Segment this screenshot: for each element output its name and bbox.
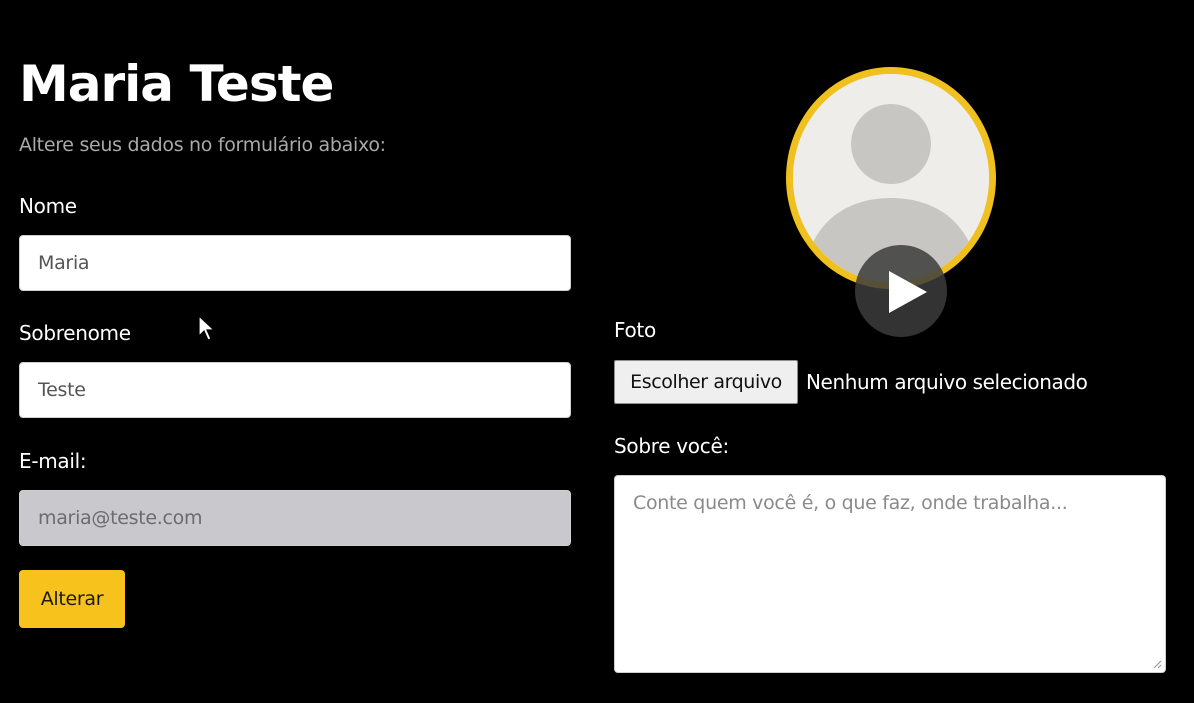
profile-edit-page: Maria Teste Altere seus dados no formulá… [0, 0, 1194, 703]
about-label: Sobre você: [614, 434, 729, 458]
resize-handle-icon[interactable] [1152, 659, 1162, 669]
page-title: Maria Teste [19, 55, 334, 113]
about-textarea[interactable]: Conte quem você é, o que faz, onde traba… [614, 475, 1166, 673]
play-icon [889, 271, 927, 313]
email-label: E-mail: [19, 449, 87, 473]
email-field: maria@teste.com [19, 490, 571, 546]
first-name-input[interactable]: Maria [19, 235, 571, 291]
play-button[interactable] [855, 245, 947, 337]
file-status-text: Nenhum arquivo selecionado [806, 370, 1088, 394]
photo-label: Foto [614, 318, 656, 342]
choose-file-button[interactable]: Escolher arquivo [614, 360, 798, 404]
last-name-label: Sobrenome [19, 321, 131, 345]
first-name-label: Nome [19, 194, 77, 218]
page-subtitle: Altere seus dados no formulário abaixo: [19, 134, 386, 156]
about-placeholder: Conte quem você é, o que faz, onde traba… [633, 492, 1068, 514]
submit-button[interactable]: Alterar [19, 570, 125, 628]
last-name-input[interactable]: Teste [19, 362, 571, 418]
mouse-pointer-icon [198, 315, 216, 341]
